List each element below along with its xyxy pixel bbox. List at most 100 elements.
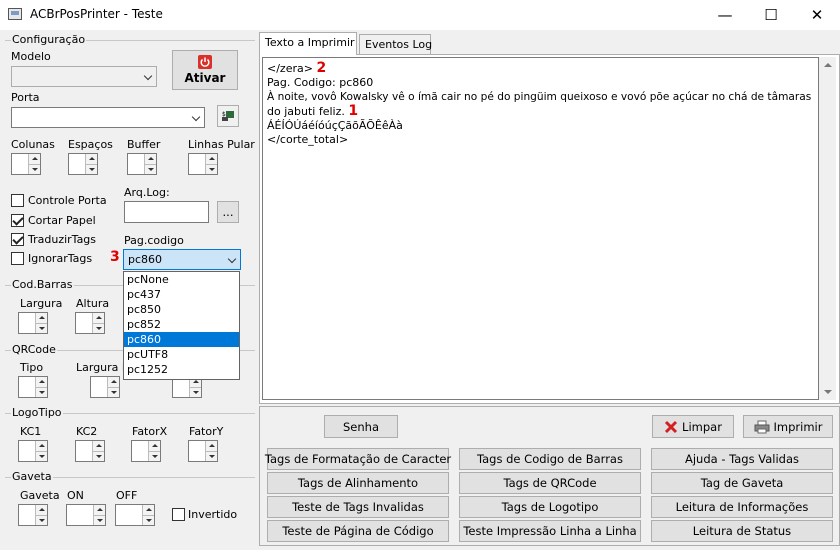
memo-scrollbar[interactable]: [819, 57, 836, 400]
kc1-spin[interactable]: [18, 440, 48, 462]
tags-logotipo-button[interactable]: Tags de Logotipo: [459, 496, 641, 518]
largura-m-spin[interactable]: [90, 376, 120, 398]
spin-up-icon[interactable]: [85, 154, 97, 164]
dropdown-option[interactable]: pc852: [124, 317, 239, 332]
tag-gaveta-button[interactable]: Tag de Gaveta: [651, 472, 833, 494]
spin-down-icon[interactable]: [144, 164, 156, 174]
fatory-spin[interactable]: [188, 440, 218, 462]
linhas-pular-spin[interactable]: [188, 153, 218, 175]
spin-up-icon[interactable]: [93, 505, 105, 515]
dropdown-option[interactable]: pc1252: [124, 362, 239, 377]
memo-line: </zera>: [267, 62, 313, 75]
espacos-spin[interactable]: [68, 153, 98, 175]
tags-alinhamento-button[interactable]: Tags de Alinhamento: [267, 472, 449, 494]
maximize-button[interactable]: ☐: [748, 0, 794, 30]
spin-down-icon[interactable]: [189, 387, 201, 397]
spin-up-icon[interactable]: [205, 441, 217, 451]
spin-down-icon[interactable]: [92, 451, 104, 461]
spin-up-icon[interactable]: [144, 154, 156, 164]
ativar-button[interactable]: Ativar: [172, 50, 238, 90]
modelo-combo[interactable]: [11, 66, 157, 87]
dropdown-option[interactable]: pc850: [124, 302, 239, 317]
pag-codigo-combo[interactable]: pc860: [123, 249, 241, 270]
imprimir-button[interactable]: Imprimir: [743, 415, 833, 438]
group-qrcode-label: QRCode: [11, 343, 57, 356]
spin-up-icon[interactable]: [92, 441, 104, 451]
altura-spin[interactable]: [75, 312, 105, 334]
tab-eventos-log[interactable]: Eventos Log: [359, 34, 432, 55]
teste-pagina-codigo-button[interactable]: Teste de Página de Código: [267, 520, 449, 542]
invertido-checkbox[interactable]: [172, 508, 185, 521]
spin-up-icon[interactable]: [35, 505, 47, 515]
traduzir-tags-checkbox[interactable]: [11, 233, 24, 246]
ativar-label: Ativar: [184, 71, 226, 85]
teste-tags-invalidas-button[interactable]: Teste de Tags Invalidas: [267, 496, 449, 518]
dropdown-option[interactable]: pc437: [124, 287, 239, 302]
ajuda-tags-validas-button[interactable]: Ajuda - Tags Validas: [651, 448, 833, 470]
arq-log-browse-button[interactable]: ...: [217, 201, 239, 223]
teste-impressao-linha-button[interactable]: Teste Impressão Linha a Linha: [459, 520, 641, 542]
spin-down-icon[interactable]: [148, 451, 160, 461]
group-configuracao: Configuração: [5, 33, 255, 46]
spin-down-icon[interactable]: [93, 515, 105, 525]
off-spin[interactable]: [115, 504, 155, 526]
spin-down-icon[interactable]: [107, 387, 119, 397]
largura-spin[interactable]: [18, 312, 48, 334]
tags-formatacao-caracter-button[interactable]: Tags de Formatação de Caracter: [265, 448, 451, 470]
gaveta-spin[interactable]: [18, 504, 48, 526]
tipo-spin[interactable]: [18, 376, 48, 398]
close-button[interactable]: ✕: [794, 0, 840, 30]
chevron-down-icon: [227, 254, 237, 264]
spin-down-icon[interactable]: [142, 515, 154, 525]
arq-log-input[interactable]: [124, 201, 209, 223]
cortar-papel-checkbox[interactable]: [11, 214, 24, 227]
controle-porta-checkbox[interactable]: [11, 194, 24, 207]
print-text-memo[interactable]: </zera> 2 Pag. Codigo: pc860 À noite, vo…: [262, 57, 819, 400]
fatorx-spin[interactable]: [131, 440, 161, 462]
imprimir-label: Imprimir: [773, 419, 823, 434]
spin-up-icon[interactable]: [142, 505, 154, 515]
spin-up-icon[interactable]: [148, 441, 160, 451]
spin-down-icon[interactable]: [92, 323, 104, 333]
dropdown-option[interactable]: pcNone: [124, 272, 239, 287]
dropdown-option-selected[interactable]: pc860: [124, 332, 239, 347]
spin-up-icon[interactable]: [205, 154, 217, 164]
spin-up-icon[interactable]: [92, 313, 104, 323]
spin-down-icon[interactable]: [85, 164, 97, 174]
spin-down-icon[interactable]: [35, 323, 47, 333]
spin-down-icon[interactable]: [35, 387, 47, 397]
leitura-informacoes-button[interactable]: Leitura de Informações: [651, 496, 833, 518]
on-spin[interactable]: [66, 504, 106, 526]
tags-codigo-barras-button[interactable]: Tags de Codigo de Barras: [459, 448, 641, 470]
senha-button[interactable]: Senha: [324, 415, 398, 438]
spin-up-icon[interactable]: [107, 377, 119, 387]
spin-up-icon[interactable]: [35, 441, 47, 451]
tags-qrcode-button[interactable]: Tags de QRCode: [459, 472, 641, 494]
ignorar-tags-checkbox[interactable]: [11, 252, 24, 265]
minimize-button[interactable]: —: [702, 0, 748, 30]
spin-up-icon[interactable]: [35, 377, 47, 387]
scroll-down-icon[interactable]: [824, 390, 832, 394]
spin-down-icon[interactable]: [205, 451, 217, 461]
spin-up-icon[interactable]: [35, 313, 47, 323]
colunas-spin[interactable]: [11, 153, 41, 175]
pag-codigo-dropdown-list: pcNone pc437 pc850 pc852 pc860 pcUTF8 pc…: [123, 271, 240, 380]
scroll-up-icon[interactable]: [824, 63, 832, 67]
spin-up-icon[interactable]: [28, 154, 40, 164]
svg-text:$: $: [222, 111, 226, 118]
buffer-spin[interactable]: [127, 153, 157, 175]
tab-texto-a-imprimir[interactable]: Texto a Imprimir: [259, 32, 357, 55]
linhas-pular-label: Linhas Pular: [188, 138, 255, 151]
spin-down-icon[interactable]: [205, 164, 217, 174]
spin-down-icon[interactable]: [35, 451, 47, 461]
spin-down-icon[interactable]: [35, 515, 47, 525]
limpar-button[interactable]: Limpar: [652, 415, 734, 438]
porta-combo[interactable]: [11, 107, 205, 128]
kc2-spin[interactable]: [75, 440, 105, 462]
porta-search-button[interactable]: $: [217, 105, 239, 127]
group-logotipo-label: LogoTipo: [11, 406, 63, 419]
pag-codigo-label: Pag.codigo: [124, 234, 184, 247]
leitura-status-button[interactable]: Leitura de Status: [651, 520, 833, 542]
dropdown-option[interactable]: pcUTF8: [124, 347, 239, 362]
spin-down-icon[interactable]: [28, 164, 40, 174]
